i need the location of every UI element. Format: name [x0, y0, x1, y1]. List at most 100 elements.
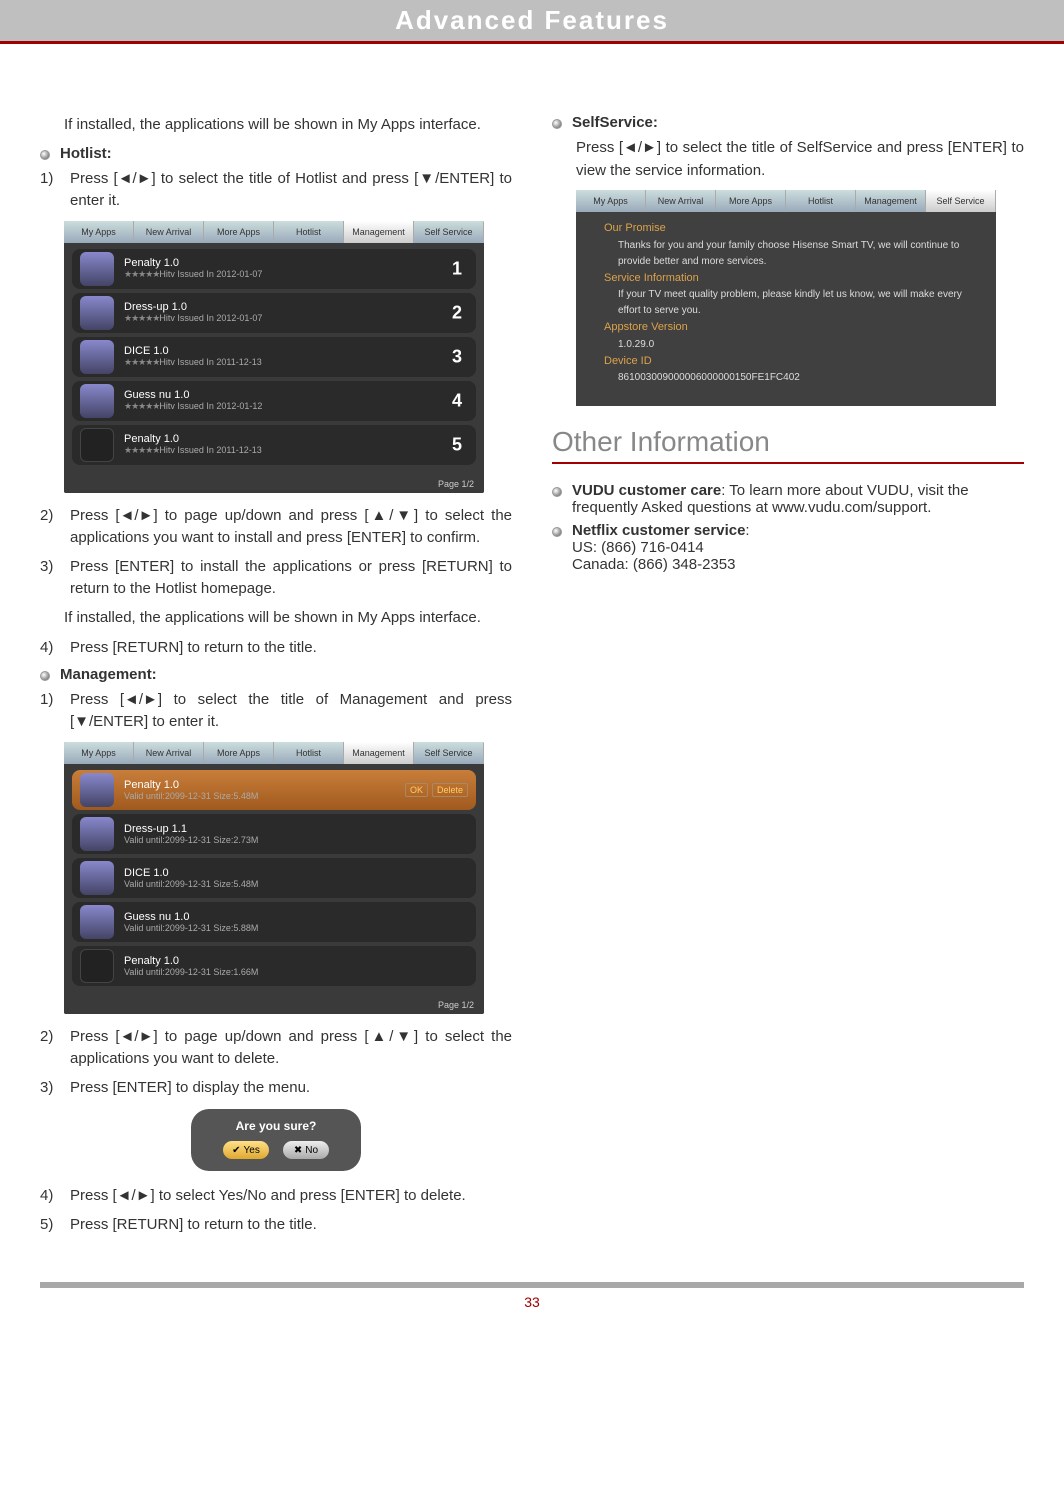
list-item[interactable]: Penalty 1.0Valid until:2099-12-31 Size:1…	[72, 946, 476, 986]
tab-moreapps[interactable]: More Apps	[204, 221, 274, 243]
hotlist-label: Hotlist:	[60, 145, 112, 162]
delete-button[interactable]: Delete	[432, 783, 468, 797]
management-heading: Management:	[40, 666, 512, 683]
promise-text: Thanks for you and your family choose Hi…	[604, 238, 976, 270]
pager: Page 1/2	[438, 479, 474, 489]
app-icon	[80, 296, 114, 330]
tab-hotlist[interactable]: Hotlist	[274, 221, 344, 243]
app-meta: ★★★★★Hitv Issued In 2012-01-07	[124, 269, 262, 280]
app-meta: Valid until:2099-12-31 Size:1.66M	[124, 967, 258, 977]
page-body: If installed, the applications will be s…	[0, 44, 1064, 1282]
list-item[interactable]: Dress-up 1.1Valid until:2099-12-31 Size:…	[72, 814, 476, 854]
hotlist-step-4: 4) Press [RETURN] to return to the title…	[40, 637, 512, 660]
deviceid-label: Device ID	[604, 355, 652, 367]
list-item[interactable]: Penalty 1.0★★★★★Hitv Issued In 2011-12-1…	[72, 425, 476, 465]
page-header: Advanced Features	[0, 0, 1064, 44]
app-title: Penalty 1.0	[124, 433, 262, 445]
intro-text: If installed, the applications will be s…	[40, 114, 512, 137]
tab-selfservice[interactable]: Self Service	[414, 742, 484, 764]
bullet-icon	[40, 671, 50, 681]
rank-number: 2	[452, 302, 462, 323]
app-title: Dress-up 1.1	[124, 823, 258, 835]
tab-selfservice[interactable]: Self Service	[926, 190, 996, 212]
tab-bar: My Apps New Arrival More Apps Hotlist Ma…	[64, 221, 484, 243]
confirm-dialog: Are you sure? ✔ Yes ✖ No	[191, 1109, 361, 1171]
tab-management[interactable]: Management	[344, 221, 414, 243]
tab-bar: My Apps New Arrival More Apps Hotlist Ma…	[576, 190, 996, 212]
app-meta: Valid until:2099-12-31 Size:5.88M	[124, 923, 258, 933]
rank-number: 4	[452, 390, 462, 411]
version-label: Appstore Version	[604, 321, 688, 333]
mgmt-step-2: 2) Press [◄/►] to page up/down and press…	[40, 1026, 512, 1071]
app-icon	[80, 817, 114, 851]
tab-moreapps[interactable]: More Apps	[716, 190, 786, 212]
svcinfo-text: If your TV meet quality problem, please …	[604, 287, 976, 319]
app-icon	[80, 861, 114, 895]
bullet-icon	[40, 150, 50, 160]
list-item[interactable]: Guess nu 1.0★★★★★Hitv Issued In 2012-01-…	[72, 381, 476, 421]
app-icon	[80, 949, 114, 983]
list-item[interactable]: Guess nu 1.0Valid until:2099-12-31 Size:…	[72, 902, 476, 942]
pager: Page 1/2	[438, 1000, 474, 1010]
management-screenshot: My Apps New Arrival More Apps Hotlist Ma…	[64, 742, 484, 1014]
tab-hotlist[interactable]: Hotlist	[786, 190, 856, 212]
app-title: Guess nu 1.0	[124, 389, 262, 401]
bullet-icon	[552, 527, 562, 537]
tab-management[interactable]: Management	[856, 190, 926, 212]
list-item[interactable]: DICE 1.0Valid until:2099-12-31 Size:5.48…	[72, 858, 476, 898]
selfservice-text: Press [◄/►] to select the title of SelfS…	[552, 137, 1024, 182]
tab-newarrival[interactable]: New Arrival	[134, 742, 204, 764]
tab-newarrival[interactable]: New Arrival	[646, 190, 716, 212]
app-icon	[80, 252, 114, 286]
version-value: 1.0.29.0	[604, 337, 976, 353]
page-number: 33	[40, 1282, 1024, 1330]
list-item[interactable]: Penalty 1.0★★★★★Hitv Issued In 2012-01-0…	[72, 249, 476, 289]
mgmt-step-3: 3) Press [ENTER] to display the menu.	[40, 1077, 512, 1100]
app-meta: ★★★★★Hitv Issued In 2012-01-12	[124, 401, 262, 412]
netflix-label: Netflix customer service	[572, 522, 745, 539]
app-icon	[80, 340, 114, 374]
list-item[interactable]: DICE 1.0★★★★★Hitv Issued In 2011-12-133	[72, 337, 476, 377]
dialog-title: Are you sure?	[201, 1119, 351, 1133]
list-item[interactable]: Dress-up 1.0★★★★★Hitv Issued In 2012-01-…	[72, 293, 476, 333]
x-icon: ✖	[294, 1145, 302, 1156]
tab-myapps[interactable]: My Apps	[64, 221, 134, 243]
list-item[interactable]: Penalty 1.0Valid until:2099-12-31 Size:5…	[72, 770, 476, 810]
netflix-us: US: (866) 716-0414	[572, 539, 704, 556]
bullet-icon	[552, 487, 562, 497]
svcinfo-label: Service Information	[604, 272, 699, 284]
rank-number: 3	[452, 346, 462, 367]
tab-management[interactable]: Management	[344, 742, 414, 764]
bullet-icon	[552, 119, 562, 129]
netflix-item: Netflix customer service: US: (866) 716-…	[552, 522, 1024, 573]
mgmt-step-4: 4) Press [◄/►] to select Yes/No and pres…	[40, 1185, 512, 1208]
ok-button[interactable]: OK	[405, 783, 428, 797]
netflix-ca: Canada: (866) 348-2353	[572, 556, 735, 573]
deviceid-value: 861003009000006000000150FE1FC402	[604, 370, 976, 386]
hotlist-step-2: 2) Press [◄/►] to page up/down and press…	[40, 505, 512, 550]
right-column: SelfService: Press [◄/►] to select the t…	[552, 114, 1024, 1242]
hotlist-step-3: 3) Press [ENTER] to install the applicat…	[40, 556, 512, 601]
app-meta: ★★★★★Hitv Issued In 2012-01-07	[124, 313, 262, 324]
app-meta: Valid until:2099-12-31 Size:2.73M	[124, 835, 258, 845]
tab-newarrival[interactable]: New Arrival	[134, 221, 204, 243]
tab-selfservice[interactable]: Self Service	[414, 221, 484, 243]
rank-number: 1	[452, 258, 462, 279]
app-title: DICE 1.0	[124, 345, 262, 357]
tab-myapps[interactable]: My Apps	[576, 190, 646, 212]
app-title: DICE 1.0	[124, 867, 258, 879]
selfservice-screenshot: My Apps New Arrival More Apps Hotlist Ma…	[576, 190, 996, 406]
mgmt-step-5: 5) Press [RETURN] to return to the title…	[40, 1214, 512, 1237]
tab-moreapps[interactable]: More Apps	[204, 742, 274, 764]
hotlist-note: If installed, the applications will be s…	[40, 607, 512, 630]
yes-button[interactable]: ✔ Yes	[223, 1141, 269, 1159]
app-icon	[80, 428, 114, 462]
app-icon	[80, 905, 114, 939]
app-title: Dress-up 1.0	[124, 301, 262, 313]
tab-myapps[interactable]: My Apps	[64, 742, 134, 764]
tab-hotlist[interactable]: Hotlist	[274, 742, 344, 764]
management-label: Management:	[60, 666, 157, 683]
promise-label: Our Promise	[604, 222, 666, 234]
no-button[interactable]: ✖ No	[283, 1141, 329, 1159]
vudu-label: VUDU customer care	[572, 482, 721, 499]
